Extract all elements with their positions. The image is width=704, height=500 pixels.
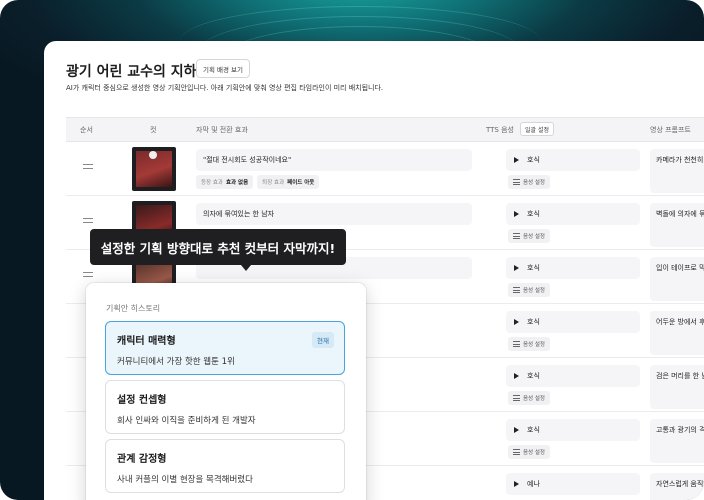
prompt-field[interactable]: 어두운 방에서 후드를 쓴 — [650, 311, 704, 355]
history-item-name: 캐릭터 매력형 — [117, 336, 176, 347]
history-item-name: 설정 컨셉형 — [117, 395, 167, 406]
play-icon[interactable] — [514, 211, 519, 217]
sliders-icon — [513, 341, 520, 347]
plan-history-panel: 기획안 히스토리 캐릭터 매력형 커뮤니티에서 가장 핫한 웹툰 1위 현재 설… — [86, 283, 366, 500]
history-item-character[interactable]: 캐릭터 매력형 커뮤니티에서 가장 핫한 웹툰 1위 현재 — [105, 321, 345, 375]
history-item-desc: 사내 커플의 이별 현장을 목격해버렸다 — [117, 475, 253, 485]
exit-effect-tag[interactable]: 퇴장 효과 페이드 아웃 — [257, 175, 320, 189]
history-title: 기획안 히스토리 — [106, 304, 161, 313]
effect-tags: 등장 효과 효과 없음 퇴장 효과 페이드 아웃 — [196, 175, 320, 189]
page-title: 광기 어린 교수의 지하실 — [66, 64, 210, 80]
prompt-field[interactable]: 카메라가 천천히 줌인하 — [650, 149, 704, 193]
enter-effect-tag[interactable]: 등장 효과 효과 없음 — [196, 175, 254, 189]
page-subtitle: AI가 캐릭터 중심으로 생성한 영상 기획안입니다. 아래 기획안에 맞춰 영… — [66, 84, 384, 92]
tts-voice-player[interactable]: 호식 — [506, 419, 640, 441]
table-header: 순서 컷 자막 및 전환 효과 TTS 음성 일괄 설정 영상 프롬프트 — [66, 117, 704, 142]
tts-apply-all-button[interactable]: 일괄 설정 — [520, 122, 554, 136]
prompt-field[interactable]: 벽돌에 의자에 묶인 남 — [650, 203, 704, 247]
play-icon[interactable] — [514, 265, 519, 271]
header-order: 순서 — [80, 126, 93, 134]
current-badge: 현재 — [312, 332, 334, 348]
subtitle-field[interactable]: 의자에 묶여있는 한 남자 — [196, 203, 472, 225]
cut-thumbnail[interactable] — [132, 147, 176, 191]
tts-voice-player[interactable]: 호식 — [506, 311, 640, 333]
header-prompt: 영상 프롬프트 — [650, 126, 691, 134]
sliders-icon — [513, 287, 520, 293]
feature-tooltip: 설정한 기획 방향대로 추천 컷부터 자막까지! — [90, 229, 346, 265]
play-icon[interactable] — [514, 157, 519, 163]
history-item-concept[interactable]: 설정 컨셉형 회사 인싸와 이직을 준비하게 된 개발자 — [105, 380, 345, 434]
tts-voice-player[interactable]: 호식 — [506, 257, 640, 279]
drag-handle-icon[interactable] — [83, 272, 93, 280]
sliders-icon — [513, 179, 520, 185]
voice-settings-button[interactable]: 음성 설정 — [508, 229, 550, 243]
prompt-field[interactable]: 입이 테이프로 막힌 남 — [650, 257, 704, 301]
tts-voice-player[interactable]: 예나 — [506, 473, 640, 495]
voice-settings-button[interactable]: 음성 설정 — [508, 391, 550, 405]
history-item-relationship[interactable]: 관계 감정형 사내 커플의 이별 현장을 목격해버렸다 — [105, 439, 345, 493]
drag-handle-icon[interactable] — [83, 164, 93, 172]
drag-handle-icon[interactable] — [83, 218, 93, 226]
play-icon[interactable] — [514, 481, 519, 487]
voice-settings-button[interactable]: 음성 설정 — [508, 337, 550, 351]
history-item-desc: 커뮤니티에서 가장 핫한 웹툰 1위 — [117, 357, 235, 367]
header-cut: 컷 — [150, 126, 157, 134]
history-item-desc: 회사 인싸와 이직을 준비하게 된 개발자 — [117, 416, 256, 426]
voice-settings-button[interactable]: 음성 설정 — [508, 445, 550, 459]
subtitle-field[interactable]: "절대 전시회도 성공작이네요" — [196, 149, 472, 171]
prompt-field[interactable]: 고통과 광기의 격렬한 — [650, 419, 704, 463]
voice-settings-button[interactable]: 음성 설정 — [508, 283, 550, 297]
tts-voice-player[interactable]: 호식 — [506, 203, 640, 225]
voice-settings-button[interactable]: 음성 설정 — [508, 175, 550, 189]
sliders-icon — [513, 449, 520, 455]
tooltip-arrow — [241, 265, 251, 271]
prompt-field[interactable]: 자연스럽게 움직임 — [650, 473, 704, 500]
header-tts: TTS 음성 — [486, 126, 514, 134]
sliders-icon — [513, 395, 520, 401]
history-item-name: 관계 감정형 — [117, 454, 167, 465]
header-subtitle: 자막 및 전환 효과 — [196, 126, 248, 134]
play-icon[interactable] — [514, 427, 519, 433]
play-icon[interactable] — [514, 373, 519, 379]
play-icon[interactable] — [514, 319, 519, 325]
prompt-field[interactable]: 검은 머리를 한 남자가 — [650, 365, 704, 409]
background-frame: 광기 어린 교수의 지하실 기획 배경 보기 AI가 캐릭터 중심으로 생성한 … — [0, 0, 704, 500]
tts-voice-player[interactable]: 호식 — [506, 149, 640, 171]
table-row: "절대 전시회도 성공작이네요" 등장 효과 효과 없음 퇴장 효과 페이드 아웃 … — [66, 142, 704, 196]
tts-voice-player[interactable]: 호식 — [506, 365, 640, 387]
sliders-icon — [513, 233, 520, 239]
plan-background-button[interactable]: 기획 배경 보기 — [196, 59, 251, 78]
